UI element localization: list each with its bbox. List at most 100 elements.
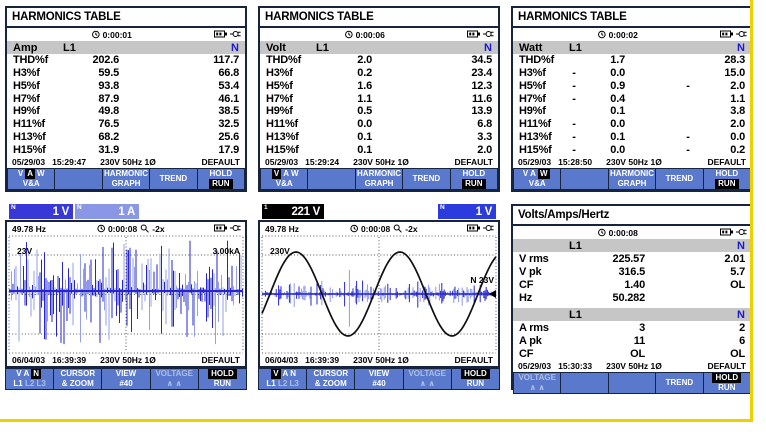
- elapsed-time: 0:00:08: [361, 224, 390, 234]
- footer-profile: DEFAULT: [201, 157, 240, 167]
- softkey-harmonic-graph[interactable]: HARMONIC GRAPH: [103, 169, 149, 189]
- softkey-trend[interactable]: TREND: [656, 169, 702, 189]
- footer-date: 05/29/03: [12, 157, 45, 167]
- table-row: H7%f87.946.1: [7, 92, 245, 105]
- footer-status-bar: 05/29/03 15:30:33 230V 50Hz 1Ø DEFAULT: [513, 360, 751, 372]
- softkey-hold-run[interactable]: HOLD RUN: [198, 169, 244, 189]
- hold-active: HOLD: [208, 369, 237, 379]
- harmonics-table-amp-screen: HARMONICS TABLE 0:00:01 Amp L1 N THD%f20…: [5, 6, 247, 192]
- neutral-label: N: [737, 309, 745, 321]
- table-row: H9%f49.838.5: [7, 105, 245, 118]
- footer-time: 15:28:50: [558, 157, 592, 167]
- footer-time: 15:30:33: [558, 361, 592, 371]
- volts-amps-hertz-screen: Volts/Amps/Hertz 0:00:08 L1 N V rms225.5…: [511, 204, 753, 390]
- page-title: HARMONICS TABLE: [7, 8, 245, 28]
- footer-time: 15:29:47: [52, 157, 86, 167]
- softkey-vaw[interactable]: VA W V&A: [261, 169, 307, 189]
- unit-label: Amp: [13, 42, 63, 54]
- phase-label: L1: [316, 42, 329, 54]
- softkey-vaw[interactable]: VAW V&A: [8, 169, 54, 189]
- status-bar: 49.78 Hz 0:00:08 -2x: [260, 222, 498, 235]
- softkey-hold-run[interactable]: HOLD RUN: [704, 373, 750, 393]
- channel-box-neutral: N 1 V: [438, 204, 496, 219]
- table-row: H11%f0.06.8: [260, 118, 498, 131]
- active-trace: N: [31, 369, 41, 379]
- table-row: H3%f0.223.4: [260, 67, 498, 80]
- softkey-trend[interactable]: TREND: [656, 373, 702, 393]
- scope-voltage-screen: 1 221 V N 1 V 49.78 Hz 0:00:08 -2x: [258, 204, 500, 392]
- page-title: HARMONICS TABLE: [260, 8, 498, 28]
- footer-time: 15:29:24: [305, 157, 339, 167]
- neutral-label: N: [737, 42, 745, 54]
- softkey-trend[interactable]: TREND: [403, 169, 449, 189]
- unit-label: Watt: [519, 42, 569, 54]
- softkey-van-phase[interactable]: VA N L1 L2 L3: [259, 369, 306, 389]
- softkey-harmonic-graph[interactable]: HARMONIC GRAPH: [356, 169, 402, 189]
- magnifier-icon: [393, 224, 402, 233]
- battery-icon: [214, 224, 227, 232]
- phase-label: L1: [569, 240, 582, 252]
- softkey-hold-run[interactable]: HOLD RUN: [451, 169, 497, 189]
- harmonics-table-volt-screen: HARMONICS TABLE 0:00:06 Volt L1 N THD%f2…: [258, 6, 500, 192]
- softkey-bar: V AW V&A HARMONIC GRAPH TREND HOLD RUN: [513, 168, 751, 190]
- scope-current-screen: N 1 V N 1 A 49.78 Hz 0:00:08 -2x: [5, 204, 247, 392]
- footer-date: 05/29/03: [518, 361, 551, 371]
- footer-status-bar: 05/29/03 15:29:24 230V 50Hz 1Ø DEFAULT: [260, 156, 498, 168]
- softkey-blank[interactable]: [55, 169, 101, 189]
- phase-label: L1: [63, 42, 76, 54]
- voltage-waveform: [260, 235, 498, 354]
- amp-readings: A rms32 A pk116 CFOLOL: [513, 321, 751, 360]
- softkey-cursor-zoom[interactable]: CURSOR & ZOOM: [307, 369, 354, 389]
- active-unit: A: [25, 169, 35, 179]
- softkey-hold-run[interactable]: HOLD RUN: [704, 169, 750, 189]
- harmonics-table: THD%f202.6117.7 H3%f59.566.8 H5%f93.853.…: [7, 54, 245, 156]
- table-row: A rms32: [513, 321, 751, 334]
- softkey-bar: VOLTAGE ∧ ∧ TREND HOLD RUN: [513, 372, 751, 394]
- footer-date: 06/04/03: [12, 355, 45, 365]
- softkey-hold-run[interactable]: HOLD RUN: [452, 369, 499, 389]
- footer-config: 230V 50Hz 1Ø: [353, 157, 409, 167]
- softkey-voltage-range[interactable]: VOLTAGE ∧ ∧: [514, 373, 560, 393]
- softkey-view[interactable]: VIEW #40: [355, 369, 402, 389]
- softkey-voltage-range[interactable]: VOLTAGE ∧ ∧: [151, 369, 198, 389]
- power-plug-icon: [230, 224, 241, 232]
- scale-label-left: 230V: [270, 246, 290, 256]
- table-row: THD%f202.6117.7: [7, 54, 245, 67]
- phase-label: L1: [569, 309, 582, 321]
- softkey-cursor-zoom[interactable]: CURSOR & ZOOM: [54, 369, 101, 389]
- phase-label: L1: [569, 42, 582, 54]
- softkey-hold-run[interactable]: HOLD RUN: [199, 369, 246, 389]
- softkey-blank[interactable]: [609, 373, 655, 393]
- footer-profile: DEFAULT: [707, 361, 746, 371]
- neutral-label: N: [484, 42, 492, 54]
- waveform-plot: 230V N 23V: [260, 235, 498, 354]
- footer-time: 16:39:39: [52, 355, 86, 365]
- softkey-van-phase[interactable]: V AN L1 L2 L3: [6, 369, 53, 389]
- table-row: H3%f-0.015.0: [513, 67, 751, 80]
- softkey-harmonic-graph[interactable]: HARMONIC GRAPH: [609, 169, 655, 189]
- softkey-blank[interactable]: [561, 373, 607, 393]
- channel-box-l1-voltage: 1 221 V: [262, 204, 324, 219]
- footer-status-bar: 05/29/03 15:29:47 230V 50Hz 1Ø DEFAULT: [7, 156, 245, 168]
- softkey-blank[interactable]: [308, 169, 354, 189]
- softkey-trend[interactable]: TREND: [150, 169, 196, 189]
- clock-icon: [598, 228, 606, 237]
- page: HARMONICS TABLE 0:00:01 Amp L1 N THD%f20…: [0, 0, 766, 436]
- power-plug-icon: [736, 228, 747, 236]
- footer-config: 230V 50Hz 1Ø: [100, 355, 156, 365]
- zoom-level: -2x: [152, 224, 164, 234]
- footer-config: 230V 50Hz 1Ø: [606, 157, 662, 167]
- softkey-vaw[interactable]: V AW V&A: [514, 169, 560, 189]
- softkey-bar: VA N L1 L2 L3 CURSOR & ZOOM VIEW #40 VOL…: [258, 368, 500, 390]
- battery-icon: [720, 228, 733, 236]
- softkey-voltage-range[interactable]: VOLTAGE ∧ ∧: [404, 369, 451, 389]
- power-plug-icon: [483, 224, 494, 232]
- elapsed-time: 0:00:08: [108, 224, 137, 234]
- run-active: RUN: [209, 179, 232, 189]
- softkey-blank[interactable]: [561, 169, 607, 189]
- table-row: H9%f0.513.9: [260, 105, 498, 118]
- softkey-view[interactable]: VIEW #40: [102, 369, 149, 389]
- up-down-arrows-icon: ∧ ∧: [514, 383, 560, 393]
- up-down-arrows-icon: ∧ ∧: [404, 379, 451, 389]
- table-row: CFOLOL: [513, 347, 751, 360]
